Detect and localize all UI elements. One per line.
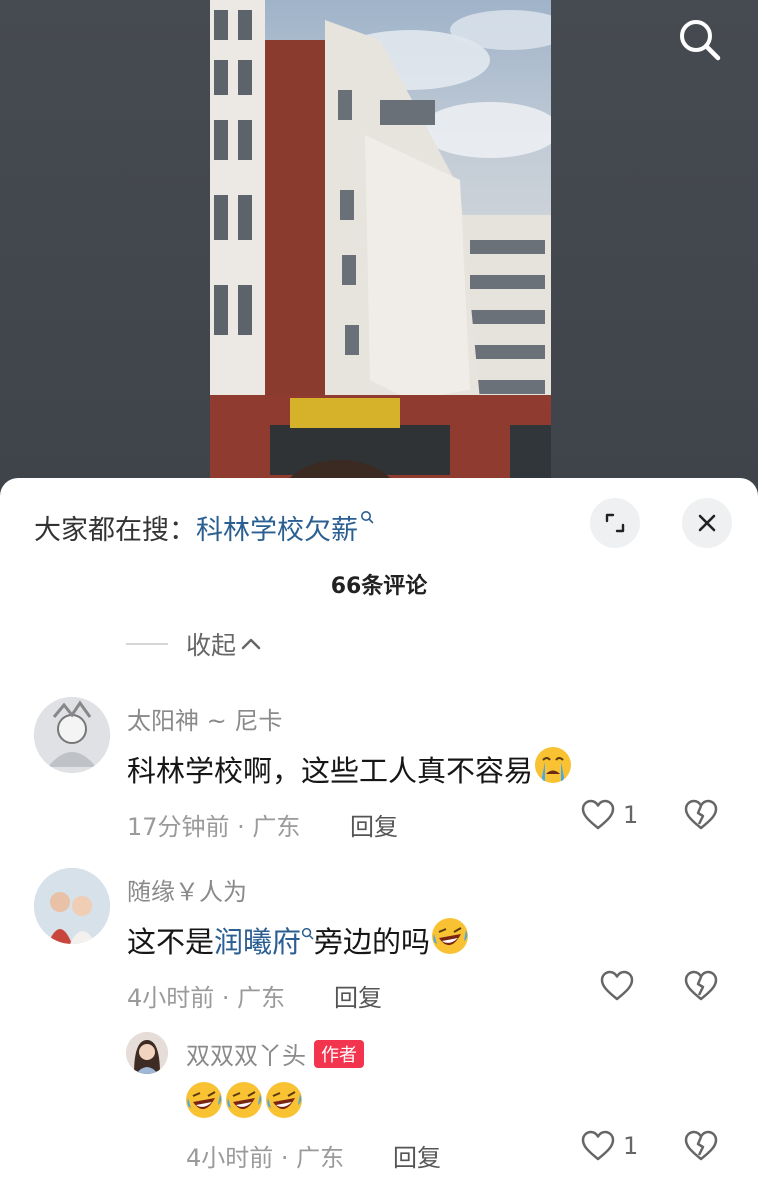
- divider-line: [126, 643, 168, 645]
- like-button[interactable]: 1: [581, 1130, 638, 1162]
- comment-meta: 17分钟前 · 广东: [127, 813, 301, 841]
- close-button[interactable]: [682, 498, 732, 548]
- avatar-image: [34, 868, 110, 944]
- broken-heart-icon: [684, 1130, 718, 1161]
- comment-text: 科林学校啊，这些工人真不容易: [127, 745, 573, 790]
- video-frame: [210, 0, 551, 500]
- expand-button[interactable]: [590, 498, 640, 548]
- avatar[interactable]: [34, 868, 110, 944]
- like-count: 1: [623, 801, 639, 829]
- heart-icon: [581, 799, 615, 830]
- place-link[interactable]: 润曦府: [214, 925, 301, 959]
- dislike-button[interactable]: [684, 1130, 718, 1166]
- comment-count: 66条评论: [330, 574, 428, 599]
- comment-body-before: 这不是: [127, 925, 215, 959]
- collapse-replies-button[interactable]: 收起: [126, 626, 262, 662]
- comment-meta: 4小时前 · 广东: [127, 984, 286, 1012]
- broken-heart-icon: [684, 799, 718, 830]
- collapse-label: 收起: [186, 631, 237, 660]
- search-icon: [301, 927, 314, 940]
- laughing-crying-face-emoji: [266, 1082, 302, 1118]
- video-player[interactable]: [0, 0, 758, 500]
- avatar[interactable]: [34, 697, 110, 773]
- like-button[interactable]: [600, 970, 642, 1002]
- expand-icon: [605, 513, 625, 533]
- comment-username[interactable]: 太阳神 ~ 尼卡: [127, 701, 282, 736]
- comments-sheet: 大家都在搜：科林学校欠薪 66条评论 收起 太阳神 ~ 尼卡 科林学校啊，这些工…: [0, 478, 758, 1200]
- reply-username[interactable]: 双双双丫头 作者: [186, 1036, 364, 1071]
- laughing-crying-face-emoji: [432, 918, 469, 954]
- chevron-up-icon: [241, 638, 261, 650]
- comment-body-after: 旁边的吗: [314, 925, 431, 959]
- avatar-image: [126, 1032, 168, 1074]
- comment-text: 这不是润曦府 旁边的吗: [127, 916, 470, 961]
- video-letterbox-left: [0, 0, 210, 500]
- like-count: 1: [623, 1132, 639, 1160]
- broken-heart-icon: [684, 970, 718, 1001]
- comment-body: 科林学校啊，这些工人真不容易: [127, 754, 534, 788]
- building-scene-image: [210, 0, 551, 500]
- heart-icon: [600, 970, 634, 1001]
- reply-button[interactable]: 回复: [350, 807, 398, 842]
- reply-username-text: 双双双丫头: [186, 1042, 306, 1070]
- avatar[interactable]: [126, 1032, 168, 1074]
- heart-icon: [581, 1130, 615, 1161]
- avatar-image: [34, 697, 110, 773]
- hot-search-bar[interactable]: 大家都在搜：科林学校欠薪: [34, 508, 374, 547]
- hot-search-keyword[interactable]: 科林学校欠薪: [196, 515, 358, 546]
- reply-meta: 4小时前 · 广东: [186, 1144, 345, 1172]
- dislike-button[interactable]: [684, 799, 718, 835]
- author-badge: 作者: [314, 1040, 364, 1068]
- reply-button[interactable]: 回复: [334, 978, 382, 1013]
- dislike-button[interactable]: [684, 970, 718, 1006]
- reply-button[interactable]: 回复: [393, 1138, 441, 1173]
- crying-face-emoji: [535, 747, 572, 783]
- like-button[interactable]: 1: [581, 799, 638, 831]
- search-icon: [680, 20, 721, 61]
- search-icon: [361, 511, 374, 524]
- search-button[interactable]: [678, 18, 722, 62]
- video-letterbox-right: [551, 0, 758, 500]
- hot-search-prefix: 大家都在搜：: [34, 515, 196, 546]
- reply-text: [184, 1080, 304, 1123]
- close-icon: [698, 514, 716, 532]
- laughing-crying-face-emoji: [226, 1082, 262, 1118]
- comment-username[interactable]: 随缘￥人为: [127, 872, 247, 907]
- laughing-crying-face-emoji: [186, 1082, 222, 1118]
